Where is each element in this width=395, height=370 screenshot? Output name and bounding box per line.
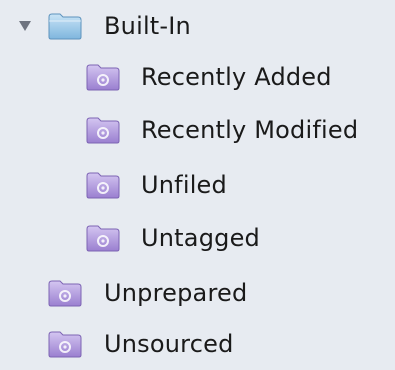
disclosure-triangle-icon[interactable]	[14, 15, 36, 37]
source-list-item-label: Unfiled	[141, 171, 227, 199]
source-list-item-unsourced[interactable]: Unsourced	[0, 318, 395, 370]
smart-folder-icon	[84, 114, 122, 146]
smart-folder-icon	[84, 169, 122, 201]
source-list-item-built-in[interactable]: Built-In	[0, 0, 395, 52]
smart-folder-icon	[46, 328, 84, 360]
source-list-item-label: Recently Modified	[141, 116, 359, 144]
source-list-item-recently-added[interactable]: Recently Added	[0, 51, 395, 103]
source-list-item-untagged[interactable]: Untagged	[0, 212, 395, 264]
source-list-item-label: Unsourced	[104, 330, 234, 358]
source-list-item-label: Recently Added	[141, 63, 332, 91]
source-list-item-label: Unprepared	[104, 279, 248, 307]
smart-folder-icon	[84, 222, 122, 254]
source-list-item-unfiled[interactable]: Unfiled	[0, 159, 395, 211]
source-list: Built-In Recently Added Recently Modifie…	[0, 0, 395, 362]
source-list-item-unprepared[interactable]: Unprepared	[0, 267, 395, 319]
smart-folder-icon	[84, 61, 122, 93]
folder-icon	[46, 10, 84, 42]
source-list-item-label: Built-In	[104, 12, 191, 40]
source-list-item-recently-modified[interactable]: Recently Modified	[0, 104, 395, 156]
source-list-item-label: Untagged	[141, 224, 260, 252]
smart-folder-icon	[46, 277, 84, 309]
